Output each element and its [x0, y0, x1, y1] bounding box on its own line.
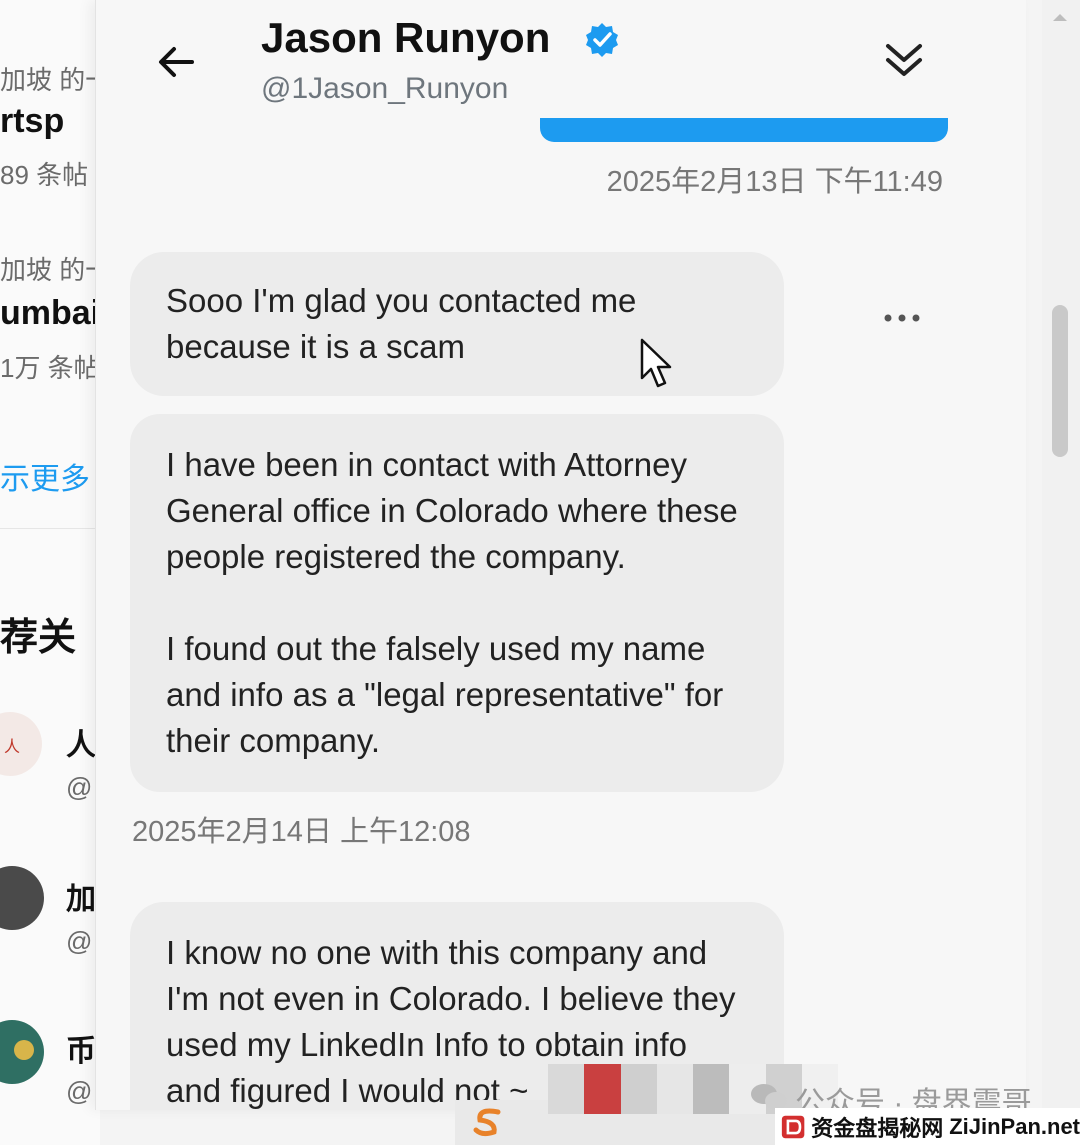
received-message-bubble[interactable]: Sooo I'm glad you contacted me because i… [130, 252, 784, 396]
site-name-cn: 资金盘揭秘网 [811, 1115, 944, 1141]
conversation-handle[interactable]: @1Jason_Runyon [261, 72, 508, 106]
message-text: I found out the falsely used my name and… [166, 630, 724, 759]
message-text: I have been in contact with Attorney Gen… [166, 446, 738, 575]
avatar[interactable] [0, 1020, 44, 1084]
trend-meta-2: 加坡 的一 [0, 255, 100, 285]
back-arrow-icon[interactable] [154, 40, 198, 84]
mouse-cursor-icon [640, 338, 672, 388]
show-more-link[interactable]: 示更多 [0, 454, 90, 498]
divider [0, 528, 100, 529]
avatar[interactable]: 人 [0, 712, 42, 776]
avatar[interactable] [0, 866, 44, 930]
scroll-up-icon[interactable] [1052, 12, 1068, 22]
more-icon[interactable] [882, 308, 922, 328]
user-name-3[interactable]: 币 [66, 1026, 96, 1070]
user-handle-3: @ [66, 1076, 93, 1106]
background-timeline: 加坡 的一 rtsp 89 条帖 加坡 的一 umbai 1万 条帖 示更多 荐… [0, 0, 100, 1145]
trend-count-2: 1万 条帖 [0, 353, 100, 383]
user-name-2[interactable]: 加 [66, 874, 96, 918]
received-message-bubble[interactable]: I have been in contact with Attorney Gen… [130, 414, 784, 792]
who-to-follow-heading: 荐关 [0, 617, 77, 659]
user-handle-1: @ [66, 772, 93, 802]
trend-title-1[interactable]: rtsp [0, 102, 64, 141]
verified-badge-icon [586, 23, 618, 57]
trend-title-2[interactable]: umbai [0, 294, 100, 333]
site-logo-icon [781, 1115, 805, 1138]
user-name-1[interactable]: 人 [66, 720, 96, 764]
sent-message-bubble[interactable] [540, 118, 948, 142]
conversation-name[interactable]: Jason Runyon [261, 14, 550, 62]
site-name-en: ZiJinPan.net [949, 1113, 1080, 1139]
collapse-icon[interactable] [882, 38, 926, 82]
user-handle-2: @ [66, 926, 93, 956]
message-timestamp: 2025年2月13日 下午11:49 [606, 166, 943, 198]
scrollbar-thumb[interactable] [1052, 305, 1068, 457]
trend-count-1: 89 条帖 [0, 160, 89, 190]
message-timestamp: 2025年2月14日 上午12:08 [132, 816, 471, 848]
scrollbar[interactable] [1042, 0, 1080, 1110]
svg-text:人: 人 [4, 737, 20, 756]
site-watermark: 资金盘揭秘网 ZiJinPan.net [775, 1108, 1080, 1145]
app-icon [473, 1108, 501, 1137]
dm-conversation-panel: Jason Runyon @1Jason_Runyon 2025年2月13日 下… [95, 0, 1026, 1110]
trend-meta-1: 加坡 的一 [0, 65, 100, 95]
